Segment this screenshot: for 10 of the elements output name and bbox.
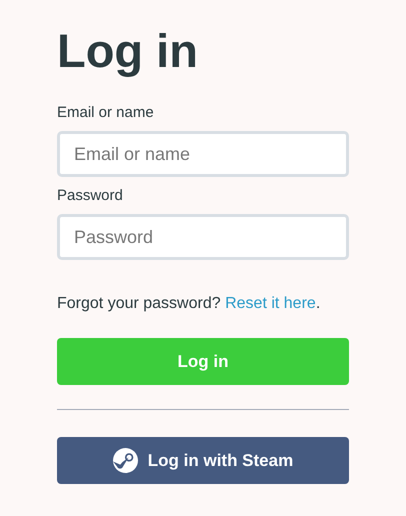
login-button[interactable]: Log in xyxy=(57,338,349,385)
forgot-password-text: Forgot your password? Reset it here. xyxy=(57,294,322,314)
reset-link[interactable]: Reset it here xyxy=(225,295,316,312)
field-label: Password xyxy=(57,187,124,205)
steam-login-button[interactable]: Log in with Steam xyxy=(57,437,349,484)
input-field[interactable]: Email or name xyxy=(57,131,349,177)
page-title: Log in xyxy=(57,24,199,78)
field-label: Email or name xyxy=(57,104,155,122)
steam-icon xyxy=(112,448,138,473)
input-field[interactable]: Password xyxy=(57,214,349,260)
